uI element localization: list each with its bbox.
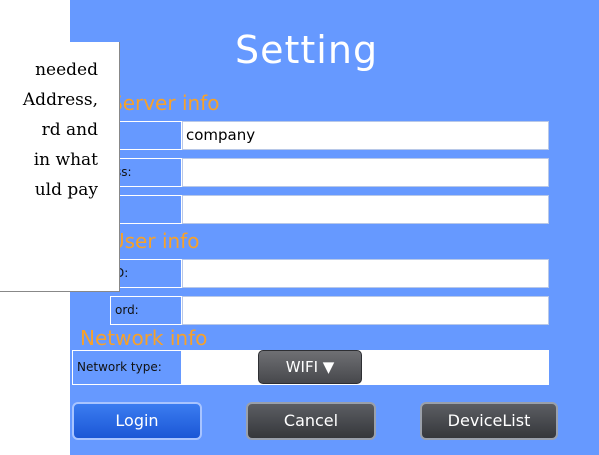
devicelist-button[interactable]: DeviceList	[420, 402, 558, 440]
server-port-field[interactable]	[182, 195, 549, 224]
overlay-text-line: uld pay	[34, 180, 98, 200]
server-name-label	[110, 121, 182, 150]
section-header-user: User info	[110, 229, 200, 253]
overlay-text-line: Address,	[22, 90, 98, 110]
server-address-label: ss:	[110, 158, 182, 187]
cancel-button[interactable]: Cancel	[246, 402, 376, 440]
login-button[interactable]: Login	[72, 402, 202, 440]
page-title: Setting	[235, 28, 379, 72]
network-type-dropdown[interactable]: WIFI ▼	[258, 350, 362, 384]
overlay-text-line: needed	[35, 60, 98, 80]
password-field[interactable]	[182, 296, 549, 325]
user-id-field[interactable]	[182, 259, 549, 288]
user-id-label: D:	[110, 259, 182, 288]
overlay-text-line: in what	[33, 150, 98, 170]
section-header-server: Server info	[110, 91, 220, 115]
network-type-label: Network type:	[72, 350, 182, 385]
overlay-text-line: rd and	[41, 120, 98, 140]
server-port-label	[110, 195, 182, 224]
overlay-document-fragment: needed Address, rd and in what uld pay	[0, 42, 120, 292]
server-name-field[interactable]: company	[182, 121, 549, 150]
network-type-field	[182, 350, 549, 385]
section-header-network: Network info	[80, 326, 208, 350]
server-address-field[interactable]	[182, 158, 549, 187]
password-label: ord:	[110, 296, 182, 325]
